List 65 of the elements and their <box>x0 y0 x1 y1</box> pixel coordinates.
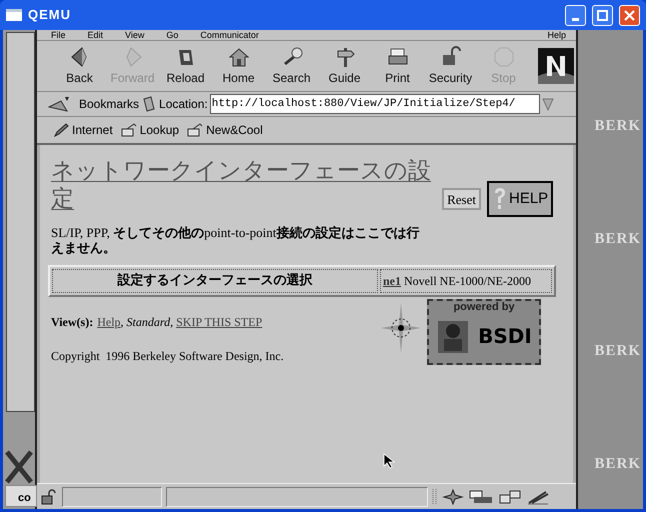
interface-name: Novell NE-1000/NE-2000 <box>404 273 531 290</box>
bookmarks-button[interactable]: Bookmarks <box>47 95 140 113</box>
toolbar-button[interactable]: Back <box>53 45 106 87</box>
window-title: QEMU <box>28 6 72 24</box>
view-link[interactable]: Help <box>97 313 121 331</box>
toolbar-button[interactable]: Print <box>371 45 424 87</box>
logo-name: BSDI <box>478 323 532 350</box>
minimize-icon <box>572 18 579 20</box>
interface-link[interactable]: ne1 <box>383 272 401 290</box>
compass-star-icon <box>381 303 421 353</box>
wallpaper-text: BERK <box>594 454 642 474</box>
separator-comma: , <box>120 314 124 331</box>
bookmark-folder-icon <box>187 123 204 137</box>
menu-item[interactable]: View <box>125 30 144 40</box>
wallpaper-text: BERK <box>594 230 642 248</box>
logo-caption: powered by <box>453 301 515 313</box>
bookmark-folder-icon <box>120 123 137 137</box>
navigator-icon[interactable] <box>442 488 464 504</box>
separator-comma: , <box>170 314 174 331</box>
personal-toolbar-button[interactable]: New&Cool <box>187 121 263 139</box>
toolbar-button[interactable]: Reload <box>159 45 212 87</box>
question-mark-icon <box>493 187 507 211</box>
toolbar-button[interactable]: Security <box>424 45 477 87</box>
heading-link[interactable]: ネットワークインターフェースの設定 <box>51 157 431 213</box>
maximize-button[interactable] <box>592 4 613 26</box>
menu-item[interactable]: Communicator <box>200 30 259 40</box>
pencil-icon <box>53 123 69 137</box>
menu-item[interactable]: Go <box>166 30 178 40</box>
discussion-icon[interactable] <box>498 488 522 504</box>
toolbar-button[interactable]: Home <box>212 45 265 87</box>
mail-icon[interactable] <box>468 488 494 504</box>
menu-item[interactable]: Help <box>547 30 566 40</box>
notice-text: SL/IP, PPP, そしてその他のpoint-to-point接続の設定はここでは行えません。 <box>51 225 420 255</box>
dropdown-arrow-icon[interactable] <box>542 97 554 111</box>
toolbar-button[interactable]: Search <box>265 45 318 87</box>
stop-icon <box>492 45 516 69</box>
padlock-icon[interactable] <box>40 488 58 504</box>
page-proxy-icon[interactable] <box>141 95 158 113</box>
toolbar-button[interactable]: Guide <box>318 45 371 87</box>
grip-icon <box>432 488 438 506</box>
url-field[interactable]: http://localhost:880/View/JP/Initialize/Step4/ <box>210 94 540 114</box>
composer-icon[interactable] <box>526 488 550 504</box>
menu-item[interactable]: Edit <box>88 30 104 40</box>
personal-toolbar-button[interactable]: Lookup <box>120 121 180 139</box>
current-view: Standard <box>126 314 170 331</box>
taskbar-button[interactable]: co <box>5 485 37 507</box>
window-icon <box>6 9 22 21</box>
x-logo-icon <box>5 450 33 484</box>
table-header-cell: 設定するインターフェースの選択 <box>52 269 378 293</box>
personal-toolbar-button[interactable]: Internet <box>53 121 113 139</box>
minimize-button[interactable] <box>565 4 586 26</box>
location-label: Location: <box>159 96 208 113</box>
close-button[interactable] <box>619 4 640 26</box>
copyright-text: Copyright 1996 Berkeley Software Design, Inc. <box>51 348 285 365</box>
reset-button[interactable]: Reset <box>442 188 481 210</box>
mouse-cursor-icon <box>383 453 397 469</box>
wallpaper-text: BERK <box>594 342 642 361</box>
close-icon <box>624 10 635 20</box>
wallpaper-text: BERK <box>594 117 642 136</box>
netscape-logo <box>538 48 574 84</box>
maximize-icon <box>597 10 608 20</box>
help-button[interactable]: HELP <box>487 181 553 217</box>
menu-item[interactable]: File <box>51 30 66 40</box>
views-label: View(s): <box>51 314 94 331</box>
view-link[interactable]: SKIP THIS STEP <box>176 313 262 331</box>
